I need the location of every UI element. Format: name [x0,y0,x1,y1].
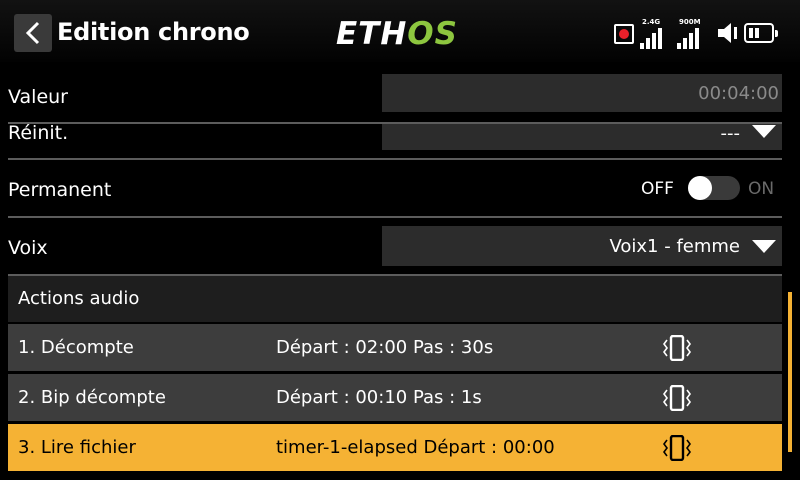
toggle-knob [688,176,712,200]
permanent-toggle[interactable] [688,176,740,200]
audio-action-row[interactable]: 1. Décompte Départ : 02:00 Pas : 30s [8,324,782,371]
voix-dropdown[interactable]: Voix1 - femme [382,226,782,266]
reinit-value: --- [720,123,741,144]
battery-icon [744,23,778,43]
permanent-label: Permanent [8,179,112,201]
speaker-icon [718,23,737,43]
toggle-on-label: ON [748,179,775,199]
page-title: Edition chrono [57,18,250,46]
scrollbar[interactable] [788,292,792,452]
audio-action-row[interactable]: 2. Bip décompte Départ : 00:10 Pas : 1s [8,374,782,421]
back-button[interactable] [14,14,52,52]
reinit-dropdown[interactable]: --- [382,123,782,150]
dropdown-icon [752,240,776,253]
vibrate-icon [663,335,691,361]
audio-actions-title: Actions audio [18,288,140,309]
voix-label: Voix [8,237,48,259]
ethos-logo: ETHOS [336,16,458,52]
action-info: Départ : 00:10 Pas : 1s [276,387,482,408]
signal-icon [677,28,699,49]
record-icon [614,24,634,44]
reinit-label: Réinit. [8,122,69,144]
valeur-field[interactable]: 00:04:00 [382,74,782,112]
action-info: Départ : 02:00 Pas : 30s [276,337,494,358]
action-info: timer-1-elapsed Départ : 00:00 [276,437,555,458]
dropdown-icon [752,125,776,138]
action-name: 3. Lire fichier [18,437,136,458]
valeur-value: 00:04:00 [698,83,779,104]
vibrate-icon [663,435,691,461]
back-icon [25,21,40,45]
vibrate-icon [663,385,691,411]
audio-actions-header: Actions audio [8,276,782,322]
action-name: 2. Bip décompte [18,387,166,408]
signal-icon [640,28,662,49]
valeur-label: Valeur [8,86,68,108]
toggle-off-label: OFF [641,179,674,199]
divider [8,158,782,160]
voix-value: Voix1 - femme [609,236,740,257]
action-name: 1. Décompte [18,337,134,358]
audio-action-row-selected[interactable]: 3. Lire fichier timer-1-elapsed Départ :… [8,424,782,471]
title-bar: Edition chrono ETHOS 2.4G 900M [0,0,800,62]
divider [8,216,782,218]
